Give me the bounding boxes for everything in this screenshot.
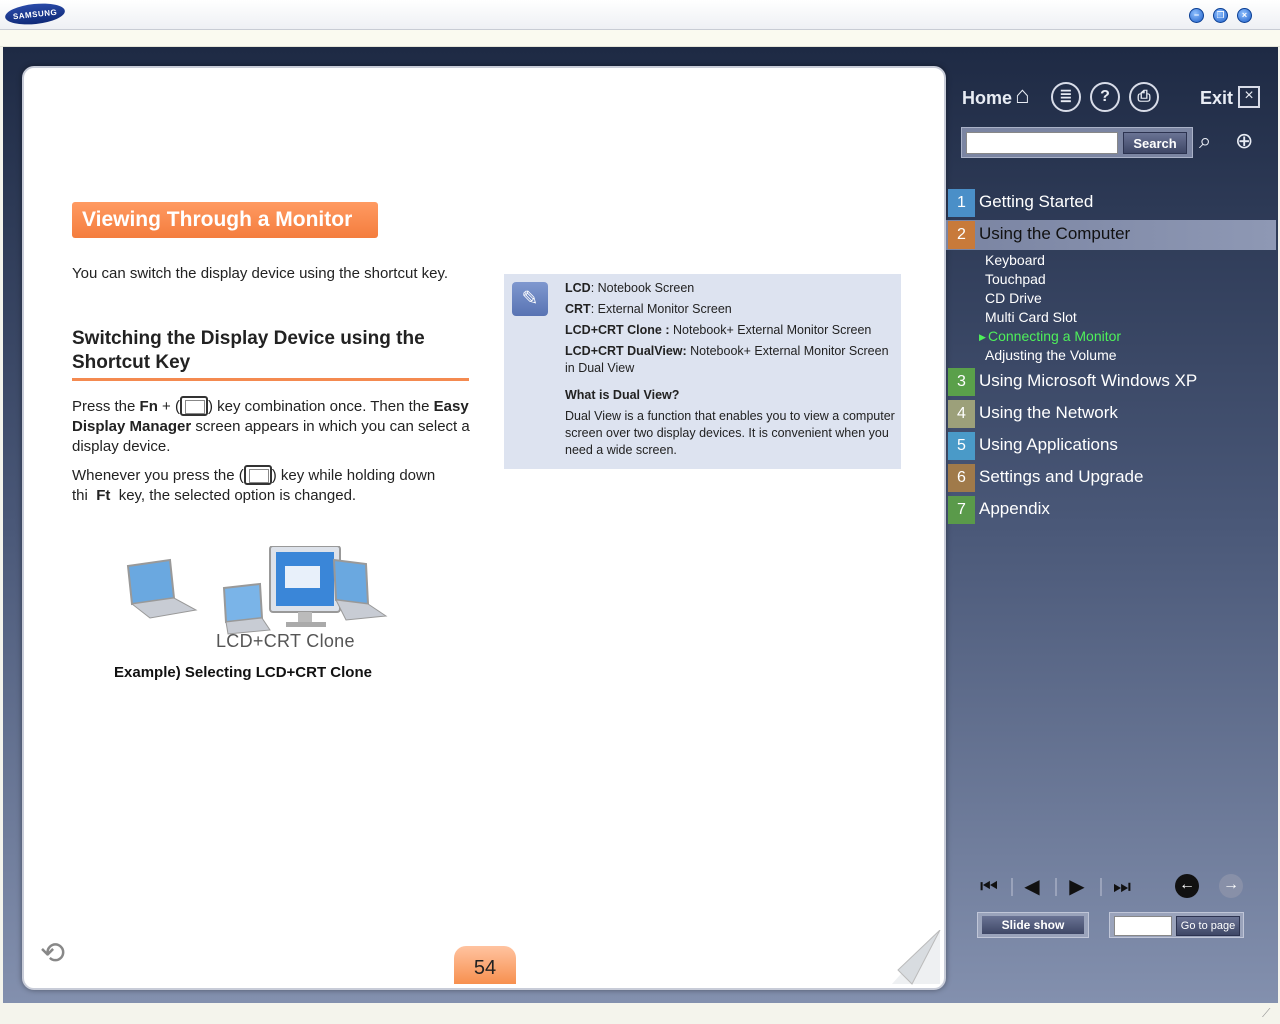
section-heading: Switching the Display Device using the S…	[72, 328, 425, 373]
page-curl-icon[interactable]	[892, 930, 942, 986]
window-subbar	[0, 30, 1280, 47]
sub-item-touchpad[interactable]: Touchpad	[985, 271, 1046, 287]
page-title: Viewing Through a Monitor	[72, 202, 378, 238]
intro-text: You can switch the display device using …	[72, 265, 449, 282]
chapter-number: 5	[948, 432, 975, 460]
heading-underline	[72, 378, 469, 381]
manual-page: Viewing Through a Monitor You can switch…	[22, 66, 946, 990]
text: thi	[72, 487, 88, 504]
chapter-number: 3	[948, 368, 975, 396]
display-key-icon	[243, 465, 272, 485]
help-icon[interactable]: ?	[1090, 82, 1120, 112]
sub-item-cd-drive[interactable]: CD Drive	[985, 290, 1042, 306]
text: key, the selected option is changed.	[118, 487, 357, 504]
laptop-icon	[222, 582, 271, 635]
fn-key-label: Ft	[96, 487, 111, 504]
resize-grip-icon[interactable]: ⟋	[1262, 1006, 1278, 1022]
chapter-label: Appendix	[979, 499, 1050, 518]
previous-page-icon[interactable]: ◀	[1018, 874, 1046, 900]
separator	[1011, 878, 1013, 896]
minimize-button[interactable]: −	[1189, 8, 1204, 23]
first-page-icon[interactable]: ⏮	[975, 874, 1003, 900]
page-number: 54	[454, 946, 516, 984]
page-number-input[interactable]	[1114, 916, 1172, 936]
zoom-in-icon[interactable]: ⊕	[1235, 128, 1265, 158]
monitor-icon	[269, 546, 341, 627]
window-titlebar: SAMSUNG − ❐ ×	[0, 0, 1280, 30]
chapter-label: Using Applications	[979, 435, 1118, 454]
back-arrow-icon[interactable]: ←	[1175, 874, 1199, 898]
last-page-icon[interactable]: ⏭	[1108, 874, 1136, 900]
home-icon[interactable]: ⌂	[1015, 82, 1030, 110]
chapter-number: 6	[948, 464, 975, 492]
go-to-page-control: Go to page	[1109, 912, 1244, 938]
text: Press the	[72, 398, 140, 415]
sub-item-multi-card-slot[interactable]: Multi Card Slot	[985, 309, 1077, 325]
separator	[1055, 878, 1057, 896]
sub-item-adjusting-the-volume[interactable]: Adjusting the Volume	[985, 347, 1117, 363]
rotate-icon[interactable]: ⟲	[40, 936, 65, 971]
next-page-icon[interactable]: ▶	[1063, 874, 1091, 900]
exit-icon[interactable]: ×	[1238, 86, 1260, 108]
window-bottombar	[0, 1003, 1280, 1024]
display-key-icon	[179, 396, 208, 416]
search-bar: Search	[961, 127, 1193, 158]
text: ) key while holding down	[271, 467, 436, 484]
sub-item-keyboard[interactable]: Keyboard	[985, 252, 1045, 268]
dual-view-text: Dual View is a function that enables you…	[565, 409, 895, 457]
pencil-icon: ✎	[512, 282, 548, 316]
slide-show-button-frame: Slide show	[977, 912, 1089, 938]
text: + (	[157, 398, 180, 415]
chapter-number: 1	[948, 189, 975, 217]
note-line-crt: CRT: External Monitor Screen	[565, 302, 732, 316]
chapter-using-windows-xp[interactable]: 3 Using Microsoft Windows XP	[946, 367, 1276, 397]
chapter-using-applications[interactable]: 5 Using Applications	[946, 431, 1276, 461]
note-line-dualview: LCD+CRT DualView: Notebook+ External Mon…	[565, 344, 889, 375]
exit-link[interactable]: Exit	[1200, 88, 1233, 109]
separator	[1100, 878, 1102, 896]
search-input[interactable]	[966, 132, 1118, 154]
forward-arrow-icon[interactable]: →	[1219, 874, 1243, 898]
text: Whenever you press the (	[72, 467, 244, 484]
chapter-using-the-computer[interactable]: 2 Using the Computer	[946, 220, 1276, 250]
fn-key-label: Fn	[139, 398, 158, 415]
top-navigation: Home ⌂ ≣ ? ⎙ Exit ×	[962, 80, 1262, 116]
chapter-getting-started[interactable]: 1 Getting Started	[946, 188, 1276, 218]
chapter-number: 7	[948, 496, 975, 524]
illustration-caption: LCD+CRT Clone	[216, 631, 355, 651]
note-text: LCD: Notebook Screen CRT: External Monit…	[565, 280, 895, 463]
screen-search-icon[interactable]: ⌕	[1199, 128, 1229, 158]
chapter-number: 2	[948, 221, 975, 249]
chapter-number: 4	[948, 400, 975, 428]
text: ) key combination once. Then the	[207, 398, 434, 415]
restore-button[interactable]: ❐	[1213, 8, 1228, 23]
chapter-label: Using Microsoft Windows XP	[979, 371, 1198, 390]
instruction-paragraph-1: Press the Fn + ( ) key combination once. …	[72, 396, 472, 457]
instruction-paragraph-2: Whenever you press the ( ) key while hold…	[72, 465, 472, 506]
contents-icon[interactable]: ≣	[1051, 82, 1081, 112]
chapter-using-the-network[interactable]: 4 Using the Network	[946, 399, 1276, 429]
home-link[interactable]: Home	[962, 88, 1012, 109]
laptop-icon	[126, 558, 198, 619]
note-line-lcd: LCD: Notebook Screen	[565, 281, 695, 295]
chapter-label: Using the Network	[979, 403, 1118, 422]
chapter-label: Settings and Upgrade	[979, 467, 1144, 486]
go-to-page-button[interactable]: Go to page	[1176, 916, 1240, 936]
slide-show-button[interactable]: Slide show	[982, 916, 1084, 934]
search-button[interactable]: Search	[1123, 132, 1187, 154]
sub-item-connecting-a-monitor[interactable]: Connecting a Monitor	[988, 328, 1121, 344]
note-line-clone: LCD+CRT Clone : Notebook+ External Monit…	[565, 323, 872, 337]
laptop-icon	[332, 558, 388, 621]
chapter-appendix[interactable]: 7 Appendix	[946, 495, 1276, 525]
chapter-settings-and-upgrade[interactable]: 6 Settings and Upgrade	[946, 463, 1276, 493]
example-caption: Example) Selecting LCD+CRT Clone	[114, 664, 372, 681]
samsung-logo: SAMSUNG	[4, 0, 66, 28]
print-icon[interactable]: ⎙	[1129, 82, 1159, 112]
close-button[interactable]: ×	[1237, 8, 1252, 23]
note-box: ✎ LCD: Notebook Screen CRT: External Mon…	[504, 274, 901, 469]
chapter-label: Getting Started	[979, 192, 1094, 211]
current-item-arrow-icon: ▶	[979, 332, 986, 342]
dual-view-heading: What is Dual View?	[565, 388, 680, 402]
chapter-label: Using the Computer	[979, 224, 1131, 243]
